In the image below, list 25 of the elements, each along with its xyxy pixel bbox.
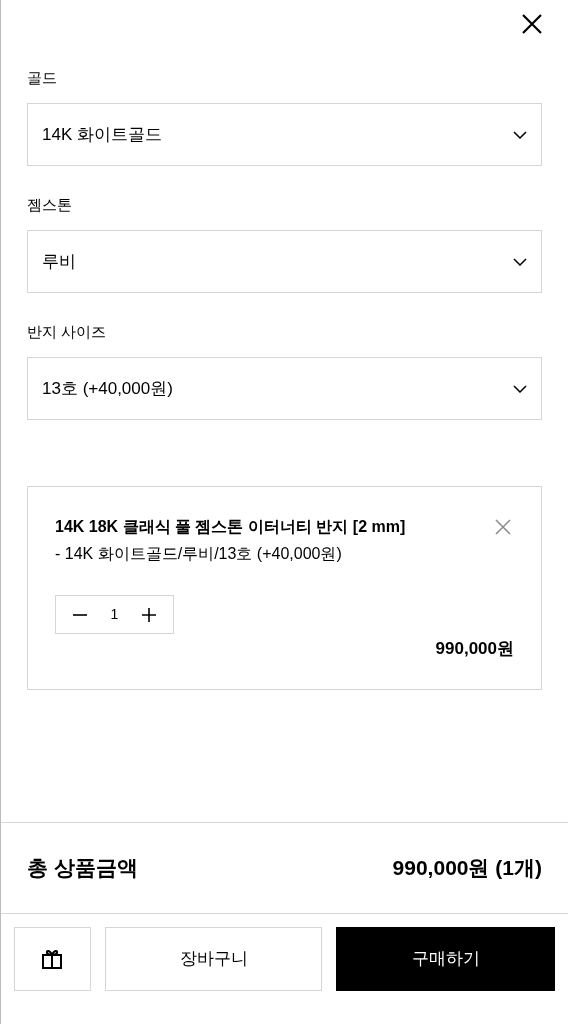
select-field[interactable]: 루비 — [27, 230, 542, 293]
field-label: 반지 사이즈 — [27, 322, 108, 342]
field-label: 젬스톤 — [27, 195, 73, 215]
select-field[interactable]: 14K 화이트골드 — [27, 103, 542, 166]
product-option: - 14K 화이트골드/루비/13호 (+40,000원) — [55, 542, 514, 566]
total-label: 총 상품금액 — [27, 855, 138, 882]
select-field[interactable]: 13호 (+40,000원) — [27, 357, 542, 420]
chevron-down-icon — [513, 130, 527, 139]
close-button[interactable] — [520, 12, 544, 36]
field-label: 골드 — [27, 68, 58, 88]
quantity-stepper[interactable]: 1 — [55, 595, 174, 634]
cart-button[interactable]: 장바구니 — [104, 927, 323, 991]
close-icon — [520, 12, 544, 36]
chevron-down-icon — [513, 257, 527, 266]
plus-icon[interactable] — [142, 607, 156, 622]
quantity-value: 1 — [110, 605, 119, 624]
item-price: 990,000원 — [435, 638, 514, 660]
remove-button[interactable] — [494, 518, 512, 536]
gift-icon — [41, 948, 64, 970]
gift-button[interactable] — [14, 927, 91, 991]
product-name: 14K 18K 클래식 풀 젬스톤 이터너티 반지 [2 mm] — [55, 517, 406, 537]
chevron-down-icon — [513, 384, 527, 393]
close-icon — [494, 518, 512, 536]
total-amount: 990,000원 (1개) — [392, 855, 542, 882]
buy-button[interactable]: 구매하기 — [336, 927, 555, 991]
